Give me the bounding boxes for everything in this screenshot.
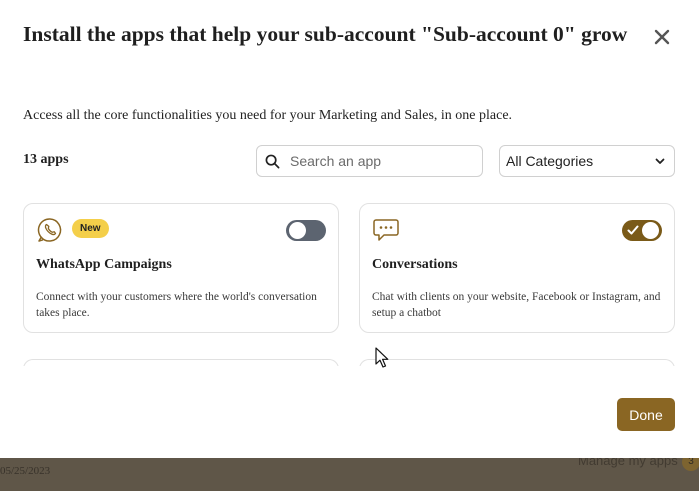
- whatsapp-icon: [37, 218, 62, 242]
- background-date: 05/25/2023: [0, 465, 51, 477]
- mouse-cursor-icon: [375, 347, 389, 368]
- app-card-conversations: Conversations Chat with clients on your …: [359, 203, 675, 333]
- app-card-description: Connect with your customers where the wo…: [36, 291, 317, 319]
- chat-bubble-icon: [373, 219, 399, 241]
- modal-description: Access all the core functionalities you …: [23, 108, 513, 123]
- conversations-toggle[interactable]: [622, 220, 662, 241]
- toggle-knob: [642, 222, 659, 239]
- close-icon: [654, 29, 670, 45]
- close-button[interactable]: [651, 26, 673, 48]
- search-icon: [265, 154, 280, 168]
- search-field[interactable]: [256, 145, 483, 177]
- app-card-whatsapp-campaigns: New WhatsApp Campaigns Connect with your…: [23, 203, 339, 333]
- toggle-knob: [289, 222, 306, 239]
- app-card-title: Conversations: [372, 257, 458, 272]
- search-input[interactable]: [290, 153, 470, 169]
- modal-title: Install the apps that help your sub-acco…: [23, 22, 628, 46]
- app-count: 13 apps: [23, 152, 69, 167]
- app-card-title: WhatsApp Campaigns: [36, 257, 172, 272]
- app-card-description: Chat with clients on your website, Faceb…: [372, 291, 661, 319]
- category-select[interactable]: All Categories: [499, 145, 675, 177]
- checkmark-icon: [627, 225, 639, 235]
- whatsapp-campaigns-toggle[interactable]: [286, 220, 326, 241]
- modal-footer: [0, 366, 699, 458]
- category-select-value: All Categories: [506, 153, 594, 169]
- new-badge: New: [72, 219, 109, 238]
- install-apps-modal: Install the apps that help your sub-acco…: [0, 0, 699, 458]
- chevron-down-icon: [655, 158, 665, 164]
- done-button[interactable]: Done: [617, 398, 675, 431]
